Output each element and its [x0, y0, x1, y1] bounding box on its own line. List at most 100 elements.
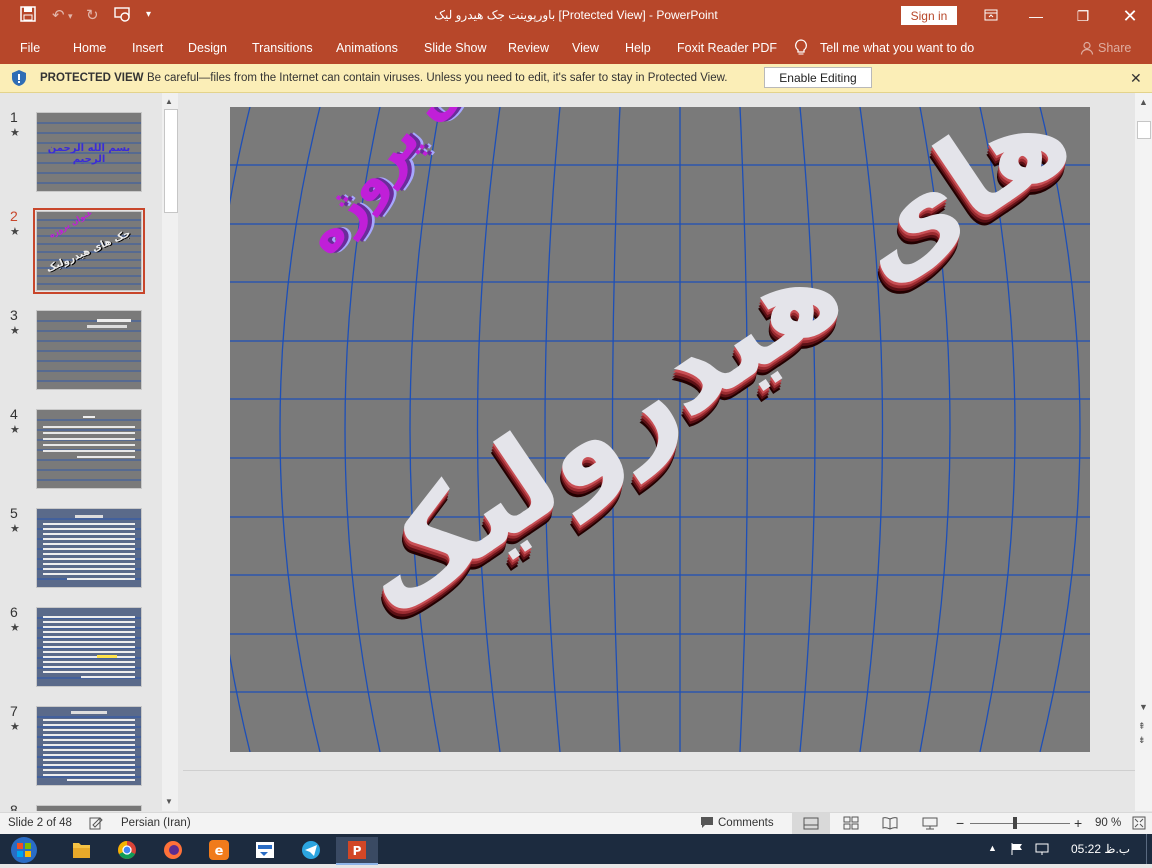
slide-counter[interactable]: Slide 2 of 48 — [8, 817, 72, 829]
thumb-grid-icon — [37, 509, 141, 587]
scroll-up-icon[interactable]: ▲ — [1139, 97, 1148, 107]
zoom-out-icon[interactable]: − — [956, 815, 964, 831]
animation-star-icon: ★ — [10, 424, 20, 436]
protected-view-bar: PROTECTED VIEW Be careful—files from the… — [0, 64, 1152, 93]
slide-thumbnail-selected[interactable]: عنوان پروژه جک های هیدرولیک — [33, 208, 145, 294]
previous-slide-icon[interactable]: ⇞ — [1138, 721, 1146, 732]
slide-thumbnail[interactable] — [36, 409, 142, 489]
tab-animations[interactable]: Animations — [336, 41, 398, 55]
ribbon-display-options-icon[interactable] — [981, 6, 1001, 26]
windows-taskbar: e P ▲ ب.ظ 05:22 — [0, 834, 1152, 865]
slide-thumbnail[interactable] — [36, 310, 142, 390]
protected-view-message: Be careful—files from the Internet can c… — [147, 72, 728, 84]
status-bar: Slide 2 of 48 Persian (Iran) Comments − … — [0, 812, 1152, 835]
title-bar: ↶ ▾ ↻ ▾ باورپوینت جک هیدرو لیک [Protecte… — [0, 0, 1152, 32]
tab-view[interactable]: View — [572, 41, 599, 55]
next-slide-icon[interactable]: ⇟ — [1138, 735, 1146, 746]
telegram-icon[interactable] — [292, 837, 330, 863]
restore-icon[interactable]: ❐ — [1073, 6, 1093, 26]
comment-icon[interactable] — [700, 816, 714, 832]
thumbnail-scrollbar[interactable]: ▲ ▼ — [162, 93, 178, 811]
thumb-grid-icon — [37, 608, 141, 686]
share-person-icon[interactable] — [1080, 41, 1094, 58]
tab-slide-show[interactable]: Slide Show — [424, 41, 487, 55]
close-icon[interactable]: ✕ — [1120, 6, 1140, 26]
thumb-title: بسم الله الرحمن الرحيم — [47, 143, 131, 165]
slide-scrollbar[interactable]: ▲ ▼ ⇞ ⇟ — [1135, 93, 1152, 811]
tab-foxit-reader-pdf[interactable]: Foxit Reader PDF — [677, 41, 777, 55]
lightbulb-icon — [794, 39, 808, 61]
slideshow-icon[interactable] — [922, 816, 938, 833]
zoom-slider-thumb[interactable] — [1013, 817, 1017, 829]
thumb-grid-icon — [37, 410, 141, 488]
thumb-number: 2 — [10, 208, 18, 224]
notes-divider[interactable] — [183, 770, 1135, 771]
zoom-in-icon[interactable]: + — [1074, 815, 1082, 831]
slide-thumbnail[interactable] — [36, 805, 142, 811]
svg-text:P: P — [353, 844, 362, 858]
thumb-number: 4 — [10, 406, 18, 422]
normal-view-icon[interactable] — [792, 813, 830, 834]
window-title: باورپوینت جک هیدرو لیک [Protected View] … — [434, 8, 718, 22]
scroll-down-icon[interactable]: ▼ — [165, 797, 173, 806]
tab-transitions[interactable]: Transitions — [252, 41, 313, 55]
powerpoint-taskbar-icon[interactable]: P — [336, 837, 378, 865]
slide-canvas[interactable]: عنوان پروژه جک های هیدرولیک — [230, 107, 1090, 752]
comments-button[interactable]: Comments — [718, 817, 774, 829]
action-center-flag-icon[interactable] — [1010, 842, 1024, 859]
language-indicator[interactable]: Persian (Iran) — [121, 817, 191, 829]
scroll-up-icon[interactable]: ▲ — [165, 97, 173, 106]
taskbar-clock[interactable]: ب.ظ 05:22 — [1071, 842, 1130, 856]
remote-app-icon[interactable] — [246, 837, 284, 863]
thumb-number: 8 — [10, 802, 18, 811]
slide-thumbnail[interactable] — [36, 607, 142, 687]
thumb-number: 1 — [10, 109, 18, 125]
enable-editing-button[interactable]: Enable Editing — [764, 67, 872, 88]
thumb-number: 6 — [10, 604, 18, 620]
shield-icon — [10, 69, 28, 87]
protected-view-title: PROTECTED VIEW — [40, 72, 144, 84]
thumb-grid-icon — [37, 707, 141, 785]
tab-insert[interactable]: Insert — [132, 41, 163, 55]
thumb-number: 7 — [10, 703, 18, 719]
file-explorer-icon[interactable] — [62, 837, 100, 863]
reading-view-icon[interactable] — [882, 816, 898, 833]
tab-help[interactable]: Help — [625, 41, 651, 55]
tab-file[interactable]: File — [20, 41, 40, 55]
slide-sorter-icon[interactable] — [843, 816, 859, 833]
minimize-icon[interactable]: — — [1026, 6, 1046, 26]
spelling-icon[interactable] — [89, 816, 103, 833]
scroll-thumb[interactable] — [164, 109, 178, 213]
tab-review[interactable]: Review — [508, 41, 549, 55]
share-button[interactable]: Share — [1098, 41, 1131, 55]
tab-home[interactable]: Home — [73, 41, 106, 55]
slide-thumbnail[interactable] — [36, 508, 142, 588]
thumb-number: 3 — [10, 307, 18, 323]
edge-browser-icon[interactable]: e — [200, 837, 238, 863]
tab-design[interactable]: Design — [188, 41, 227, 55]
fit-to-window-icon[interactable] — [1132, 816, 1146, 833]
zoom-level[interactable]: 90 % — [1095, 817, 1121, 829]
thumb-grid-icon — [37, 311, 141, 389]
chrome-icon[interactable] — [108, 837, 146, 863]
firefox-icon[interactable] — [154, 837, 192, 863]
start-button-icon[interactable] — [6, 835, 44, 863]
animation-star-icon: ★ — [10, 523, 20, 535]
tell-me-search[interactable]: Tell me what you want to do — [820, 41, 974, 55]
ribbon-tabs: File Home Insert Design Transitions Anim… — [0, 32, 1152, 64]
zoom-slider[interactable] — [970, 823, 1070, 824]
animation-star-icon: ★ — [10, 325, 20, 337]
scroll-down-icon[interactable]: ▼ — [1139, 702, 1148, 712]
show-hidden-icons[interactable]: ▲ — [988, 843, 997, 853]
show-desktop-button[interactable] — [1146, 834, 1152, 864]
slide-thumbnail[interactable] — [36, 706, 142, 786]
animation-star-icon: ★ — [10, 622, 20, 634]
sign-in-button[interactable]: Sign in — [901, 6, 957, 25]
animation-star-icon: ★ — [10, 127, 20, 139]
animation-star-icon: ★ — [10, 226, 20, 238]
slide-thumbnail-pane: 1 ★ بسم الله الرحمن الرحيم 2 ★ عنوان پرو… — [0, 93, 178, 811]
slide-thumbnail[interactable]: بسم الله الرحمن الرحيم — [36, 112, 142, 192]
close-bar-icon[interactable]: ✕ — [1130, 70, 1142, 87]
network-icon[interactable] — [1034, 842, 1050, 859]
scroll-thumb[interactable] — [1137, 121, 1151, 139]
